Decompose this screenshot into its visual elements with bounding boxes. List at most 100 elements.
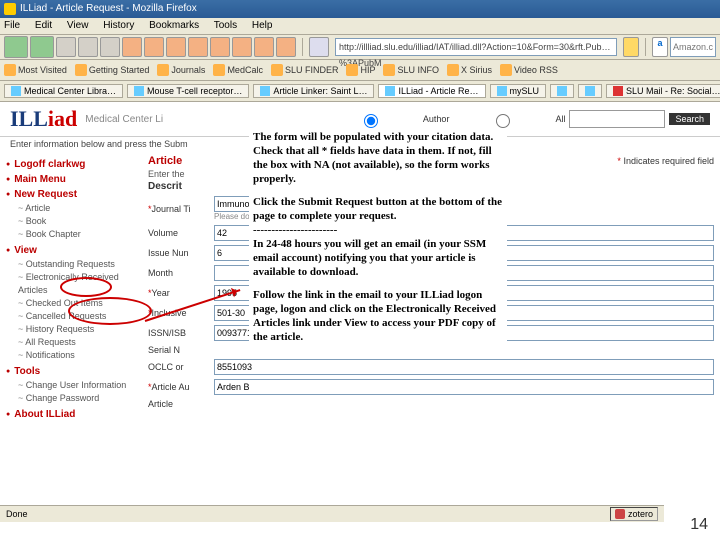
search-box[interactable]: [670, 37, 716, 57]
nav-about[interactable]: ●About ILLiad: [6, 409, 136, 420]
tab-icon: [260, 86, 270, 96]
tab-icon: [497, 86, 507, 96]
bookmark-icon-4[interactable]: [188, 37, 208, 57]
toolbar-separator-2: [645, 38, 646, 56]
folder-icon: [346, 64, 358, 76]
menu-edit[interactable]: Edit: [35, 20, 52, 31]
menu-view[interactable]: View: [67, 20, 89, 31]
bookmarks-bar: Most Visited Getting Started Journals Me…: [0, 60, 720, 81]
bookmark-icon-3[interactable]: [166, 37, 186, 57]
feed-icon[interactable]: [623, 37, 639, 57]
tab-blank1[interactable]: [550, 84, 574, 98]
window-title: ILLiad - Article Request - Mozilla Firef…: [20, 0, 197, 18]
bookmark-icon-5[interactable]: [210, 37, 230, 57]
bm-getting-started[interactable]: Getting Started: [75, 64, 150, 76]
overlay-p4: Follow the link in the email to your ILL…: [253, 288, 503, 344]
tab-illiad[interactable]: ILLiad - Article Re…: [378, 84, 485, 98]
window-titlebar: ILLiad - Article Request - Mozilla Firef…: [0, 0, 720, 18]
menu-file[interactable]: File: [4, 20, 20, 31]
tab-icon: [557, 86, 567, 96]
folder-icon: [75, 64, 87, 76]
nav-cancelled[interactable]: Cancelled Requests: [18, 310, 136, 323]
nav-bookchap[interactable]: Book Chapter: [18, 228, 136, 241]
bm-videorss[interactable]: Video RSS: [500, 64, 558, 76]
bm-sirius[interactable]: X Sirius: [447, 64, 492, 76]
bm-journals[interactable]: Journals: [157, 64, 205, 76]
tab-icon: [385, 86, 395, 96]
tab-myslu[interactable]: mySLU: [490, 84, 547, 98]
bookmark-icon-7[interactable]: [254, 37, 274, 57]
menu-tools[interactable]: Tools: [214, 20, 237, 31]
nav-all[interactable]: All Requests: [18, 336, 136, 349]
instruction-overlay: The form will be populated with your cit…: [249, 128, 507, 355]
forward-button[interactable]: [30, 36, 54, 58]
required-note: * Indicates required field: [617, 156, 714, 166]
folder-icon: [447, 64, 459, 76]
input-oclc[interactable]: [214, 359, 714, 375]
bookmark-icon-1[interactable]: [122, 37, 142, 57]
menu-help[interactable]: Help: [252, 20, 273, 31]
nav-history[interactable]: History Requests: [18, 323, 136, 336]
bm-hip[interactable]: HIP: [346, 64, 375, 76]
bm-sluinfo[interactable]: SLU INFO: [383, 64, 439, 76]
nav-chgpw[interactable]: Change Password: [18, 392, 136, 405]
nav-book[interactable]: Book: [18, 215, 136, 228]
lbl-year: *Year: [148, 288, 210, 298]
illiad-search-input[interactable]: [569, 110, 665, 128]
illiad-search-button[interactable]: Search: [669, 113, 710, 125]
folder-icon: [500, 64, 512, 76]
nav-tools[interactable]: ●Tools: [6, 366, 136, 377]
tab-medcenter[interactable]: Medical Center Libra…: [4, 84, 123, 98]
tab-icon: [585, 86, 595, 96]
statusbar: Done zotero: [0, 505, 664, 522]
bookmark-icon-8[interactable]: [276, 37, 296, 57]
illiad-logo: ILLiad: [10, 106, 77, 132]
lbl-oclc: OCLC or: [148, 362, 210, 372]
home-button[interactable]: [100, 37, 120, 57]
tab-linker[interactable]: Article Linker: Saint L…: [253, 84, 374, 98]
tab-mail[interactable]: SLU Mail - Re: Social…: [606, 84, 720, 98]
mail-icon: [613, 86, 623, 96]
tab-icon: [134, 86, 144, 96]
input-author[interactable]: [214, 379, 714, 395]
nav-checkedout[interactable]: Checked Out Items: [18, 297, 136, 310]
bookmark-icon-2[interactable]: [144, 37, 164, 57]
folder-icon: [383, 64, 395, 76]
nav-mainmenu[interactable]: ●Main Menu: [6, 174, 136, 185]
toolbar-separator: [302, 38, 303, 56]
status-zotero[interactable]: zotero: [610, 507, 658, 521]
bm-slufinder[interactable]: SLU FINDER: [271, 64, 339, 76]
bookmark-icon-6[interactable]: [232, 37, 252, 57]
radio-author[interactable]: [326, 114, 416, 128]
tab-icon: [11, 86, 21, 96]
menu-bookmarks[interactable]: Bookmarks: [149, 20, 199, 31]
lbl-author: *Article Au: [148, 382, 210, 392]
overlay-p2: Click the Submit Request button at the b…: [253, 196, 502, 222]
lbl-journal: *Journal Ti: [148, 204, 210, 214]
nav-outstanding[interactable]: Outstanding Requests: [18, 258, 136, 271]
lbl-issn: ISSN/ISB: [148, 328, 210, 338]
reload-button[interactable]: [56, 37, 76, 57]
illiad-search: Author All Search: [321, 110, 710, 128]
tab-mouse[interactable]: Mouse T-cell receptor…: [127, 84, 249, 98]
folder-icon: [157, 64, 169, 76]
lbl-arttitle: Article: [148, 399, 210, 409]
nav-logoff[interactable]: ●Logoff clarkwg: [6, 159, 136, 170]
nav-view[interactable]: ●View: [6, 245, 136, 256]
nav-notif[interactable]: Notifications: [18, 349, 136, 362]
nav-chguser[interactable]: Change User Information: [18, 379, 136, 392]
status-done: Done: [6, 509, 28, 519]
nav-ereceived[interactable]: Electronically Received Articles: [18, 271, 136, 297]
nav-article[interactable]: Article: [18, 202, 136, 215]
bm-medcalc[interactable]: MedCalc: [213, 64, 263, 76]
radio-all[interactable]: [458, 114, 548, 128]
tab-blank2[interactable]: [578, 84, 602, 98]
menu-history[interactable]: History: [103, 20, 134, 31]
menubar[interactable]: File Edit View History Bookmarks Tools H…: [0, 18, 720, 35]
stop-button[interactable]: [78, 37, 98, 57]
url-bar[interactable]: http://illliad.slu.edu/illiad/IAT/illiad…: [335, 38, 617, 56]
section-title: Article: [148, 155, 182, 167]
nav-newrequest[interactable]: ●New Request: [6, 189, 136, 200]
back-button[interactable]: [4, 36, 28, 58]
bm-most-visited[interactable]: Most Visited: [4, 64, 67, 76]
